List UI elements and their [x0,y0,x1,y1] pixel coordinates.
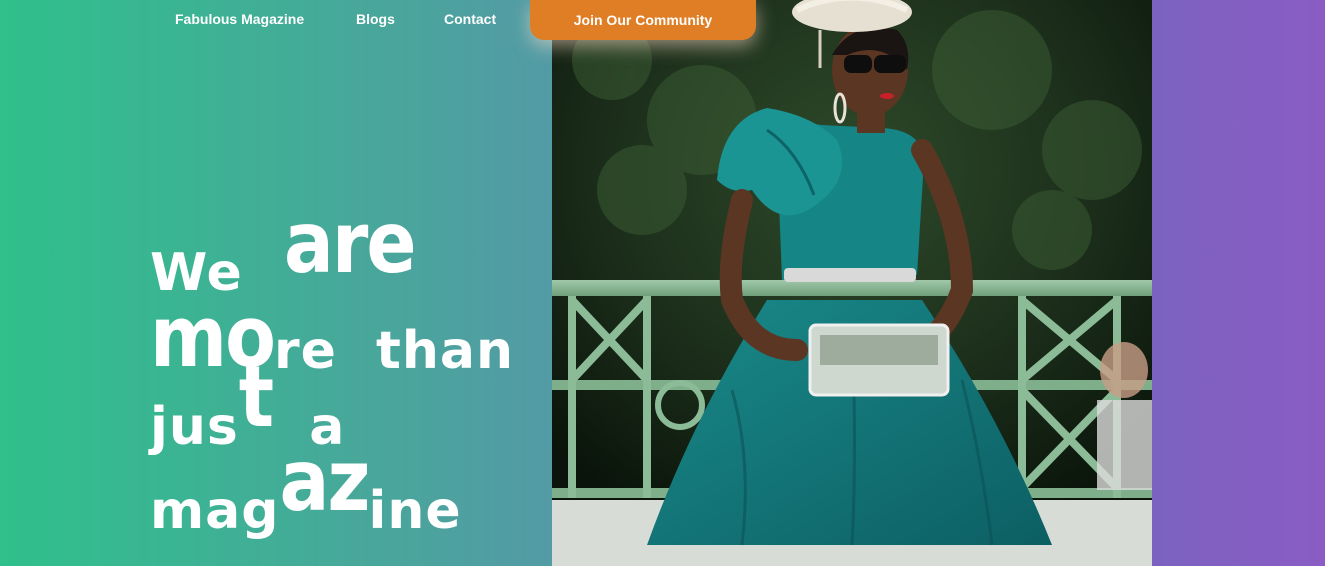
woman-in-teal-dress-photo [552,0,1152,566]
headline-letter-t-emphasis: t [238,348,274,447]
nav-link-contact[interactable]: Contact [444,11,496,27]
headline-word-ine: ine [368,481,462,541]
headline-letters-az-emphasis: az [279,432,371,531]
headline-word-more-rest: re [273,321,337,381]
hero-photo [552,0,1152,566]
headline-line-4: magazine [150,439,462,541]
headline-word-mag: mag [150,481,280,541]
nav-link-blogs[interactable]: Blogs [356,11,395,27]
nav-link-fabulous-magazine[interactable]: Fabulous Magazine [175,11,304,27]
top-navigation: Fabulous Magazine Blogs Contact Join Our… [0,0,800,40]
join-community-button[interactable]: Join Our Community [530,0,756,40]
headline-line-2: more than [150,295,514,381]
headline-word-jus: jus [150,397,239,457]
headline-word-are: are [283,194,417,293]
headline-word-than: than [375,321,514,381]
